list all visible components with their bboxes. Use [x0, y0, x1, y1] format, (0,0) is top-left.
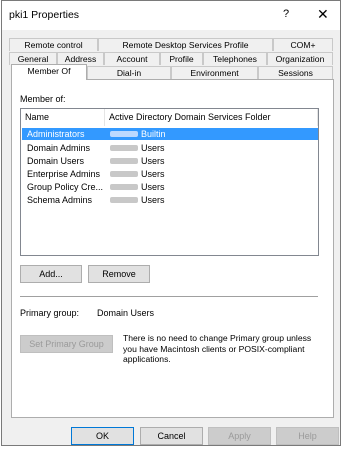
redacted-path	[110, 197, 138, 203]
group-name: Domain Admins	[27, 143, 91, 153]
help-icon[interactable]: ?	[283, 8, 289, 20]
ok-button[interactable]: OK	[71, 427, 134, 445]
redacted-path	[110, 131, 138, 137]
help-button[interactable]: Help	[276, 427, 339, 445]
redacted-path	[110, 171, 138, 177]
tab-profile[interactable]: Profile	[160, 52, 203, 65]
primary-group-label: Primary group:	[20, 308, 80, 318]
tab-organization[interactable]: Organization	[267, 52, 333, 65]
group-name: Enterprise Admins	[27, 169, 101, 179]
group-folder: Users	[141, 182, 165, 192]
group-folder: Builtin	[141, 129, 166, 139]
separator	[20, 296, 318, 297]
set-primary-group-button[interactable]: Set Primary Group	[20, 335, 113, 353]
tab-remote-control[interactable]: Remote control	[9, 38, 98, 51]
column-header-folder[interactable]: Active Directory Domain Services Folder	[105, 109, 318, 126]
group-name: Group Policy Cre...	[27, 182, 104, 192]
tab-remote-desktop-services-profile[interactable]: Remote Desktop Services Profile	[98, 38, 273, 51]
group-folder: Users	[141, 195, 165, 205]
tab-sessions[interactable]: Sessions	[258, 66, 333, 79]
column-header-name[interactable]: Name	[21, 109, 105, 126]
tab-com-plus[interactable]: COM+	[273, 38, 333, 51]
list-item[interactable]: Group Policy Cre... Users	[22, 181, 318, 193]
title-bar: pki1 Properties ? ✕	[2, 1, 340, 30]
list-item[interactable]: Schema Admins Users	[22, 194, 318, 206]
close-icon[interactable]: ✕	[317, 6, 329, 23]
primary-group-note: There is no need to change Primary group…	[123, 333, 312, 364]
redacted-path	[110, 158, 138, 164]
list-item[interactable]: Enterprise Admins Users	[22, 168, 318, 180]
tab-account[interactable]: Account	[104, 52, 160, 65]
list-item[interactable]: Administrators Builtin	[22, 128, 318, 140]
group-folder: Users	[141, 169, 165, 179]
add-button[interactable]: Add...	[20, 265, 82, 283]
tab-environment[interactable]: Environment	[171, 66, 258, 79]
member-of-label: Member of:	[20, 94, 66, 104]
group-name: Administrators	[27, 129, 85, 139]
redacted-path	[110, 184, 138, 190]
redacted-path	[110, 145, 138, 151]
remove-button[interactable]: Remove	[88, 265, 150, 283]
group-name: Schema Admins	[27, 195, 93, 205]
group-name: Domain Users	[27, 156, 85, 166]
tab-telephones[interactable]: Telephones	[203, 52, 267, 65]
dialog-title: pki1 Properties	[9, 9, 80, 21]
properties-dialog: pki1 Properties ? ✕ Remote control Remot…	[1, 0, 341, 446]
apply-button[interactable]: Apply	[208, 427, 271, 445]
list-item[interactable]: Domain Users Users	[22, 155, 318, 167]
tab-member-of[interactable]: Member Of	[11, 64, 87, 80]
cancel-button[interactable]: Cancel	[140, 427, 203, 445]
primary-group-value: Domain Users	[97, 308, 155, 318]
member-of-list[interactable]: Name Active Directory Domain Services Fo…	[20, 108, 319, 256]
group-folder: Users	[141, 143, 165, 153]
tab-dial-in[interactable]: Dial-in	[87, 66, 171, 79]
group-folder: Users	[141, 156, 165, 166]
list-item[interactable]: Domain Admins Users	[22, 142, 318, 154]
